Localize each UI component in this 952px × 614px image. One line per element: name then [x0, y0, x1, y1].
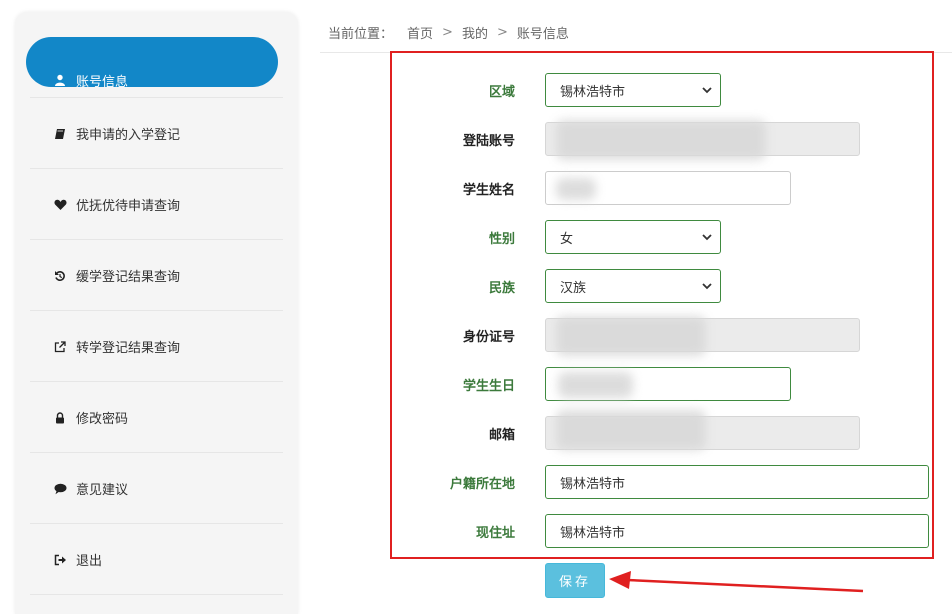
- hukou-value: 锡林浩特市: [560, 476, 626, 492]
- sidebar-item-label: 缓学登记结果查询: [76, 270, 181, 285]
- gender-select-value: 女: [560, 231, 574, 247]
- gender-label: 性别: [488, 232, 515, 247]
- breadcrumb-separator: >: [496, 25, 508, 40]
- redaction-blur: [556, 316, 706, 356]
- sidebar: 账号信息 我申请的入学登记 优抚优待申请查询 缓学登记结果查询 转学登记结果查询: [15, 12, 298, 614]
- account-label: 登陆账号: [462, 134, 515, 149]
- hukou-label: 户籍所在地: [449, 477, 515, 492]
- sidebar-item-logout[interactable]: 退出: [15, 524, 298, 595]
- region-select-value: 锡林浩特市: [560, 84, 626, 100]
- hukou-input[interactable]: 锡林浩特市: [545, 465, 929, 499]
- undo-icon: [53, 269, 67, 283]
- id-number-label: 身份证号: [462, 330, 515, 345]
- birthday-label: 学生生日: [462, 379, 515, 394]
- chevron-down-icon: [702, 280, 712, 293]
- redaction-blur: [556, 410, 706, 450]
- user-icon: [53, 73, 67, 87]
- ethnicity-label: 民族: [488, 281, 515, 296]
- breadcrumb-separator: >: [442, 25, 453, 40]
- region-select[interactable]: 锡林浩特市: [545, 73, 721, 107]
- lock-icon: [53, 411, 67, 425]
- redaction-blur: [558, 372, 633, 398]
- comment-icon: [53, 482, 67, 496]
- breadcrumb: 当前位置： 首页 > 我的 > 账号信息: [328, 23, 569, 42]
- breadcrumb-prefix: 当前位置：: [328, 27, 394, 42]
- external-link-icon: [53, 340, 67, 354]
- sidebar-item-preferential-query[interactable]: 优抚优待申请查询: [15, 169, 298, 240]
- email-label: 邮箱: [488, 428, 515, 443]
- gender-select[interactable]: 女: [545, 220, 721, 254]
- sidebar-item-deferral-query[interactable]: 缓学登记结果查询: [15, 240, 298, 311]
- sidebar-item-change-password[interactable]: 修改密码: [15, 382, 298, 453]
- breadcrumb-mine-link[interactable]: 我的: [462, 23, 488, 42]
- sidebar-item-account-info[interactable]: 账号信息: [15, 12, 298, 98]
- sidebar-item-label: 退出: [76, 554, 103, 569]
- chevron-down-icon: [702, 231, 712, 244]
- breadcrumb-current: 账号信息: [516, 27, 569, 42]
- sidebar-item-feedback[interactable]: 意见建议: [15, 453, 298, 524]
- address-input[interactable]: 锡林浩特市: [545, 514, 929, 548]
- book-icon: [53, 127, 67, 141]
- sidebar-item-label: 意见建议: [76, 483, 129, 498]
- sidebar-item-transfer-query[interactable]: 转学登记结果查询: [15, 311, 298, 382]
- redaction-blur: [556, 120, 766, 160]
- divider: [30, 594, 283, 595]
- ethnicity-select-value: 汉族: [560, 280, 587, 296]
- sidebar-item-admission-registration[interactable]: 我申请的入学登记: [15, 98, 298, 169]
- heart-icon: [53, 198, 67, 212]
- sidebar-item-label: 账号信息: [76, 74, 129, 90]
- chevron-down-icon: [702, 84, 712, 97]
- sidebar-item-label: 转学登记结果查询: [76, 341, 181, 356]
- sidebar-item-label: 我申请的入学登记: [76, 128, 181, 143]
- arrow-annotation-icon: [609, 571, 864, 593]
- sidebar-item-label: 优抚优待申请查询: [76, 199, 181, 214]
- save-button[interactable]: 保存: [545, 563, 605, 598]
- student-name-label: 学生姓名: [462, 183, 515, 198]
- sidebar-item-label: 修改密码: [76, 412, 129, 427]
- region-label: 区域: [488, 85, 515, 100]
- address-label: 现住址: [475, 526, 515, 541]
- sign-out-icon: [53, 553, 67, 567]
- redaction-blur: [556, 178, 596, 200]
- ethnicity-select[interactable]: 汉族: [545, 269, 721, 303]
- breadcrumb-home-link[interactable]: 首页: [407, 23, 433, 42]
- address-value: 锡林浩特市: [560, 525, 626, 541]
